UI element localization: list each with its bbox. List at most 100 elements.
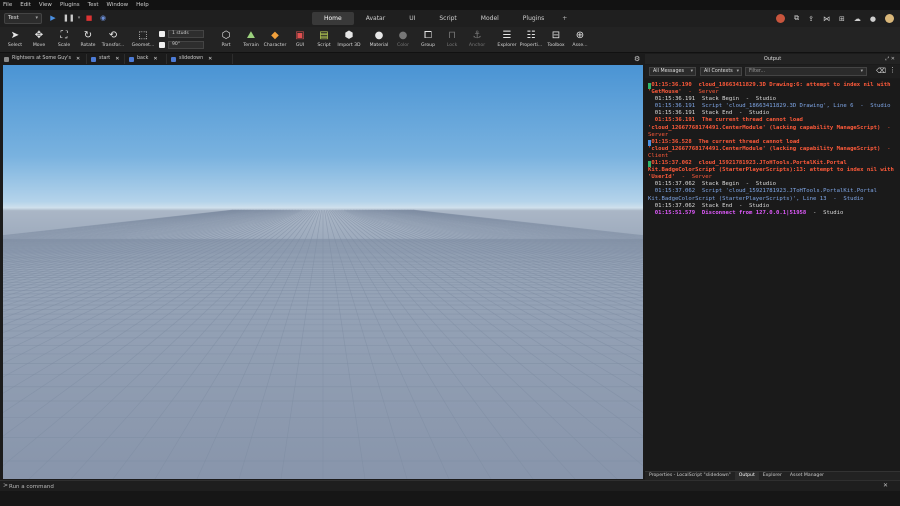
assets-icon: ⊕ xyxy=(575,30,585,41)
close-icon[interactable]: ✕ xyxy=(76,54,80,64)
command-input[interactable] xyxy=(9,482,869,491)
panel-window-icons[interactable]: ⤢ ✕ xyxy=(885,54,895,64)
chevron-down-icon: ▾ xyxy=(860,69,863,74)
output-line: 01:15:36.528 The current thread cannot l… xyxy=(648,139,900,160)
doc-tab-start[interactable]: start ✕ xyxy=(87,54,125,64)
3d-viewport[interactable] xyxy=(3,65,643,479)
play-icon[interactable]: ▶ xyxy=(48,13,58,23)
color-icon: ● xyxy=(398,30,408,41)
menu-window[interactable]: Window xyxy=(106,0,128,10)
output-line-text: 01:15:36.191 The current thread cannot l… xyxy=(648,117,881,131)
close-icon[interactable]: ✕ xyxy=(883,481,888,491)
move-snap-field[interactable]: 1 studs xyxy=(168,30,204,38)
tab-properties[interactable]: Properties - LocalScript "slidedown" xyxy=(645,472,735,480)
stop-icon[interactable]: ■ xyxy=(84,13,94,23)
more-options-icon[interactable]: ⋮ xyxy=(889,66,896,74)
output-panel-header: Output ⤢ ✕ xyxy=(645,54,900,64)
move-snap-checkbox[interactable] xyxy=(159,31,165,37)
dropdown-chevron-icon[interactable]: ▾ xyxy=(74,13,84,23)
profile-avatar[interactable] xyxy=(885,14,894,23)
anchor-button[interactable]: ⚓ Anchor xyxy=(463,29,491,53)
script-icon xyxy=(91,56,96,62)
output-line-context: - Server xyxy=(681,89,719,96)
output-log[interactable]: 01:15:36.190 cloud_18663411829.3D Drawin… xyxy=(645,79,900,471)
top-tabs: Home Avatar UI Script Model Plugins + xyxy=(312,12,567,25)
menu-file[interactable]: File xyxy=(3,0,12,10)
move-tool-button[interactable]: ✥ Move xyxy=(25,29,53,53)
character-button[interactable]: ◆ Character xyxy=(261,29,289,53)
cube-icon: ⬡ xyxy=(221,30,231,41)
cloud-icon[interactable]: ☁ xyxy=(854,15,861,23)
doc-tab-place[interactable]: Rightsers at Some Guy's ✕ xyxy=(0,54,87,64)
properties-icon: ☷ xyxy=(526,30,536,41)
output-line: 01:15:37.062 Stack End - Studio xyxy=(648,203,900,210)
menu-test[interactable]: Test xyxy=(88,0,99,10)
publish-icon[interactable]: ⇪ xyxy=(808,15,814,23)
transform-tool-button[interactable]: ⟲ Transfor... xyxy=(99,29,127,53)
video-icon[interactable]: ⧉ xyxy=(794,14,799,23)
tab-output[interactable]: Output xyxy=(734,472,759,480)
output-line: 01:15:37.062 Stack Begin - Studio xyxy=(648,181,900,188)
chevron-down-icon: ▾ xyxy=(690,69,693,74)
menu-help[interactable]: Help xyxy=(136,0,149,10)
top-right-icons: ⧉ ⇪ ⋈ ⊞ ☁ ● xyxy=(767,12,894,25)
menu-bar: File Edit View Plugins Test Window Help xyxy=(0,0,900,10)
command-bar: > ✕ xyxy=(0,480,900,491)
tab-asset-manager[interactable]: Asset Manager xyxy=(786,472,828,480)
script-button[interactable]: ▤ Script xyxy=(310,29,338,53)
tab-home[interactable]: Home xyxy=(312,12,354,25)
test-mode-select[interactable]: Test ▾ xyxy=(4,13,42,24)
part-button[interactable]: ⬡ Part xyxy=(212,29,240,53)
transform-icon: ⟲ xyxy=(108,30,118,41)
output-line: 01:15:36.190 cloud_18663411829.3D Drawin… xyxy=(648,82,900,96)
close-icon[interactable]: ✕ xyxy=(208,54,212,64)
pause-icon[interactable]: ❚❚ xyxy=(63,13,75,23)
rotate-snap-checkbox[interactable] xyxy=(159,42,165,48)
tab-ui[interactable]: UI xyxy=(397,12,427,25)
move-icon: ✥ xyxy=(34,30,44,41)
menu-view[interactable]: View xyxy=(39,0,52,10)
notifications-icon[interactable]: ● xyxy=(870,15,876,23)
properties-button[interactable]: ☷ Properti... xyxy=(517,29,545,53)
collaborators-icon[interactable]: ⊞ xyxy=(839,15,845,23)
output-line-context: - Studio xyxy=(853,103,891,110)
geometry-button[interactable]: ⬚ Geomet... xyxy=(129,29,157,53)
close-icon[interactable]: ✕ xyxy=(153,54,157,64)
avatar[interactable] xyxy=(776,14,786,23)
gear-icon[interactable]: ⚙ xyxy=(634,54,640,64)
output-filter-input[interactable]: Filter... ▾ xyxy=(745,67,867,76)
rotate-tool-button[interactable]: ↻ Rotate xyxy=(74,29,102,53)
contexts-filter-select[interactable]: All Contexts ▾ xyxy=(700,67,742,76)
team-test-icon[interactable]: ◉ xyxy=(98,13,108,23)
tab-script[interactable]: Script xyxy=(427,12,468,25)
tab-model[interactable]: Model xyxy=(469,12,511,25)
menu-edit[interactable]: Edit xyxy=(20,0,31,10)
context-marker xyxy=(648,161,651,168)
share-icon[interactable]: ⋈ xyxy=(823,15,830,23)
add-tab-icon[interactable]: + xyxy=(562,12,567,25)
baseplate-grid xyxy=(3,209,643,479)
messages-filter-select[interactable]: All Messages ▾ xyxy=(649,67,696,76)
geometry-icon: ⬚ xyxy=(138,30,148,41)
output-line: 01:15:36.191 Stack Begin - Studio xyxy=(648,96,900,103)
menu-plugins[interactable]: Plugins xyxy=(60,0,80,10)
tab-avatar[interactable]: Avatar xyxy=(354,12,397,25)
output-line-context: - Studio xyxy=(826,195,864,202)
output-filter-bar: All Messages ▾ All Contexts ▾ Filter... ▾ … xyxy=(645,65,900,78)
rotate-snap-field[interactable]: 90° xyxy=(168,41,204,49)
output-line-context: - Studio xyxy=(806,209,844,216)
lock-button[interactable]: ⊓ Lock xyxy=(438,29,466,53)
tab-explorer[interactable]: Explorer xyxy=(759,472,786,480)
move-snap: 1 studs xyxy=(159,30,204,38)
doc-tab-slidedown[interactable]: slidedown ✕ xyxy=(167,54,233,64)
output-line-context: - Server xyxy=(674,174,712,181)
doc-tab-back[interactable]: back ✕ xyxy=(125,54,167,64)
import-3d-button[interactable]: ⬢ Import 3D xyxy=(335,29,363,53)
assets-button[interactable]: ⊕ Asse... xyxy=(566,29,594,53)
output-line-text: 01:15:51.579 Disconnect from 127.0.0.1|5… xyxy=(648,209,807,216)
script-icon xyxy=(171,56,176,62)
clear-output-icon[interactable]: ⌫ xyxy=(876,67,886,75)
color-button[interactable]: ● Color xyxy=(389,29,417,53)
tab-plugins[interactable]: Plugins xyxy=(511,12,557,25)
close-icon[interactable]: ✕ xyxy=(115,54,119,64)
